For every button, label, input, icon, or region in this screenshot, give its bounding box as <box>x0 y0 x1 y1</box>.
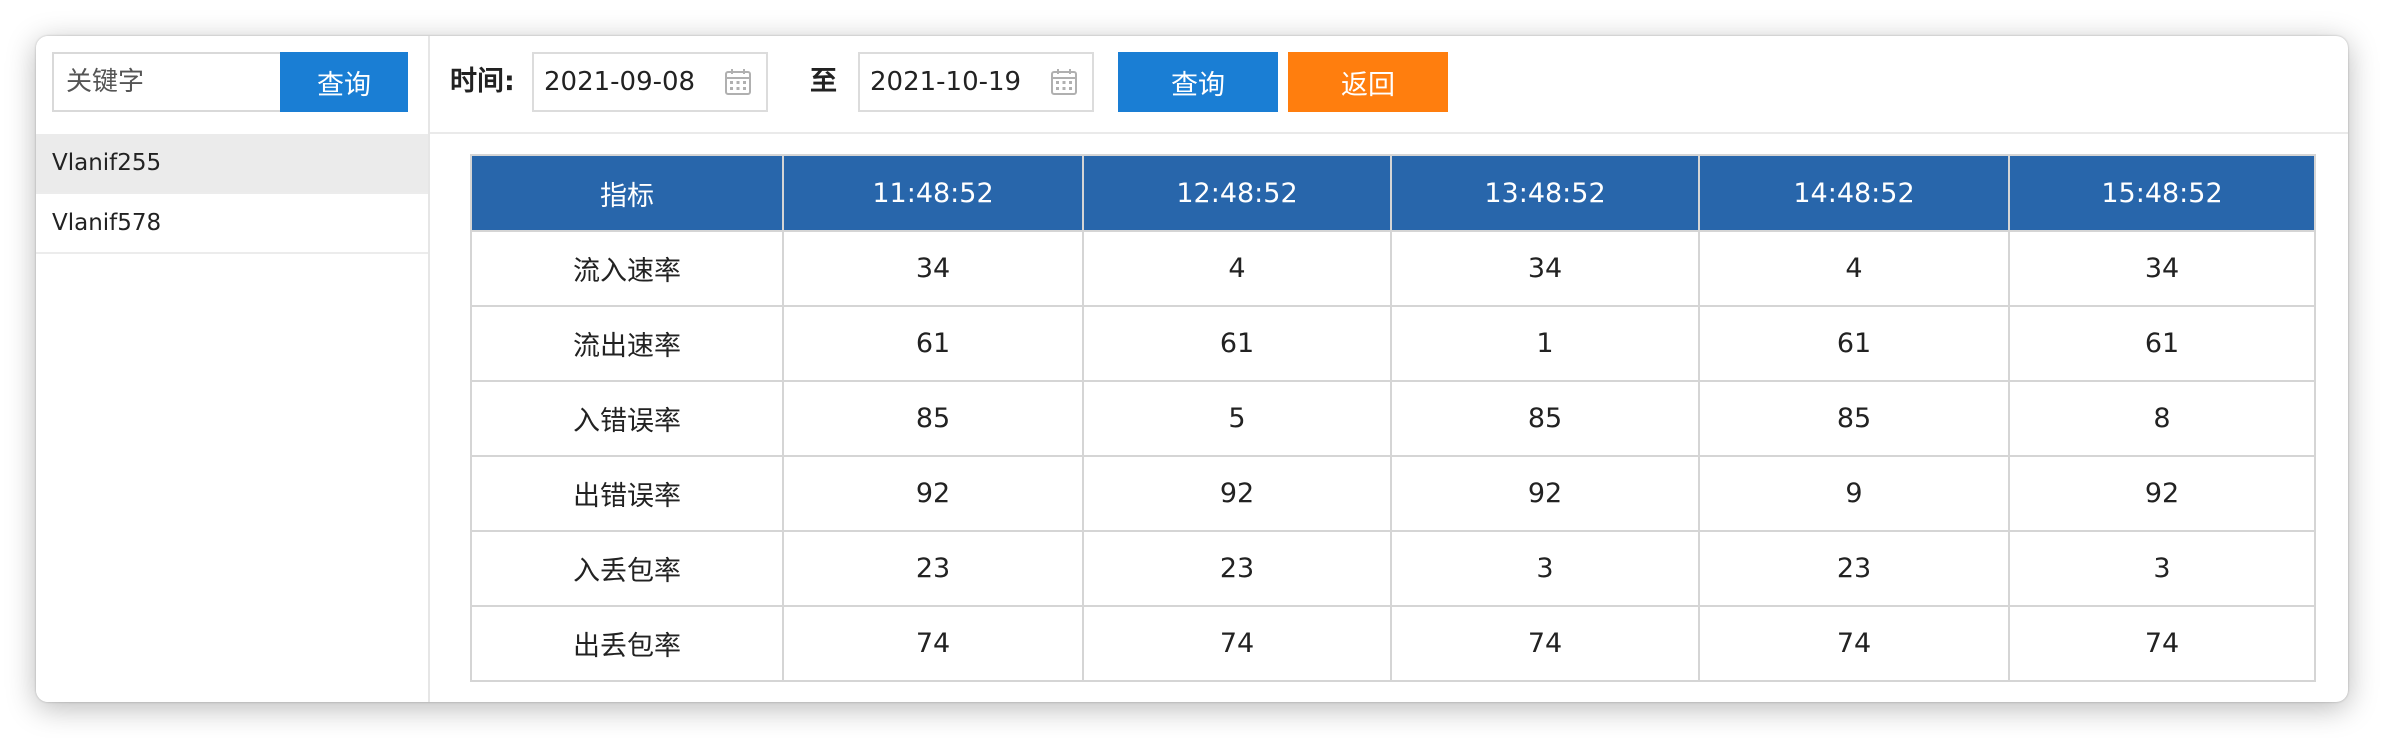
table-cell: 1 <box>1390 305 1700 382</box>
table-cell: 9 <box>1698 455 2010 532</box>
end-date-field[interactable] <box>858 52 1094 112</box>
metrics-table-wrap: 指标 11:48:52 12:48:52 13:48:52 14:48:52 1… <box>470 154 2316 682</box>
table-cell: 85 <box>782 380 1084 457</box>
column-header: 13:48:52 <box>1390 154 1700 232</box>
time-label: 时间: <box>450 66 515 97</box>
table-cell: 5 <box>1082 380 1392 457</box>
table-cell: 92 <box>1390 455 1700 532</box>
sidebar-search-button[interactable]: 查询 <box>280 52 408 112</box>
metric-name-cell: 入丢包率 <box>470 530 784 607</box>
table-cell: 4 <box>1698 230 2010 307</box>
column-header: 12:48:52 <box>1082 154 1392 232</box>
app-window: 查询 Vlanif255 Vlanif578 时间: <box>36 36 2348 702</box>
to-label: 至 <box>810 66 837 97</box>
metrics-table: 指标 11:48:52 12:48:52 13:48:52 14:48:52 1… <box>470 154 2316 682</box>
calendar-icon[interactable] <box>724 68 752 96</box>
table-cell: 74 <box>2008 605 2316 682</box>
table-cell: 23 <box>1082 530 1392 607</box>
back-button[interactable]: 返回 <box>1288 52 1448 112</box>
column-header: 14:48:52 <box>1698 154 2010 232</box>
table-cell: 85 <box>1390 380 1700 457</box>
table-cell: 34 <box>1390 230 1700 307</box>
metric-name-cell: 出错误率 <box>470 455 784 532</box>
table-row: 流出速率 61 61 1 61 61 <box>470 305 2316 382</box>
list-item-vlanif255[interactable]: Vlanif255 <box>36 134 428 194</box>
table-row: 出丢包率 74 74 74 74 74 <box>470 605 2316 682</box>
table-cell: 61 <box>1698 305 2010 382</box>
metric-name-cell: 出丢包率 <box>470 605 784 682</box>
list-item-vlanif578[interactable]: Vlanif578 <box>36 194 428 254</box>
table-cell: 74 <box>1390 605 1700 682</box>
table-cell: 23 <box>782 530 1084 607</box>
table-cell: 34 <box>782 230 1084 307</box>
table-row: 出错误率 92 92 92 9 92 <box>470 455 2316 532</box>
table-cell: 74 <box>782 605 1084 682</box>
interface-list: Vlanif255 Vlanif578 <box>36 134 428 254</box>
table-row: 流入速率 34 4 34 4 34 <box>470 230 2316 307</box>
table-cell: 23 <box>1698 530 2010 607</box>
table-cell: 34 <box>2008 230 2316 307</box>
table-header-row: 指标 11:48:52 12:48:52 13:48:52 14:48:52 1… <box>470 154 2316 232</box>
table-cell: 3 <box>1390 530 1700 607</box>
table-cell: 61 <box>782 305 1084 382</box>
column-header: 11:48:52 <box>782 154 1084 232</box>
main-panel: 时间: 至 <box>430 36 2348 702</box>
table-row: 入丢包率 23 23 3 23 3 <box>470 530 2316 607</box>
table-cell: 92 <box>782 455 1084 532</box>
metric-name-cell: 流入速率 <box>470 230 784 307</box>
column-header: 指标 <box>470 154 784 232</box>
table-row: 入错误率 85 5 85 85 8 <box>470 380 2316 457</box>
toolbar: 时间: 至 <box>430 36 2348 134</box>
table-cell: 4 <box>1082 230 1392 307</box>
start-date-field[interactable] <box>532 52 768 112</box>
table-cell: 74 <box>1698 605 2010 682</box>
keyword-search-input[interactable] <box>52 52 280 112</box>
table-cell: 92 <box>2008 455 2316 532</box>
end-date-input[interactable] <box>868 66 1052 98</box>
table-cell: 61 <box>2008 305 2316 382</box>
metric-name-cell: 流出速率 <box>470 305 784 382</box>
sidebar: 查询 Vlanif255 Vlanif578 <box>36 36 430 702</box>
table-cell: 92 <box>1082 455 1392 532</box>
start-date-input[interactable] <box>542 66 726 98</box>
table-cell: 85 <box>1698 380 2010 457</box>
table-cell: 3 <box>2008 530 2316 607</box>
metric-name-cell: 入错误率 <box>470 380 784 457</box>
table-cell: 8 <box>2008 380 2316 457</box>
table-cell: 61 <box>1082 305 1392 382</box>
calendar-icon[interactable] <box>1050 68 1078 96</box>
column-header: 15:48:52 <box>2008 154 2316 232</box>
sidebar-search: 查询 <box>52 52 424 112</box>
query-button[interactable]: 查询 <box>1118 52 1278 112</box>
table-cell: 74 <box>1082 605 1392 682</box>
